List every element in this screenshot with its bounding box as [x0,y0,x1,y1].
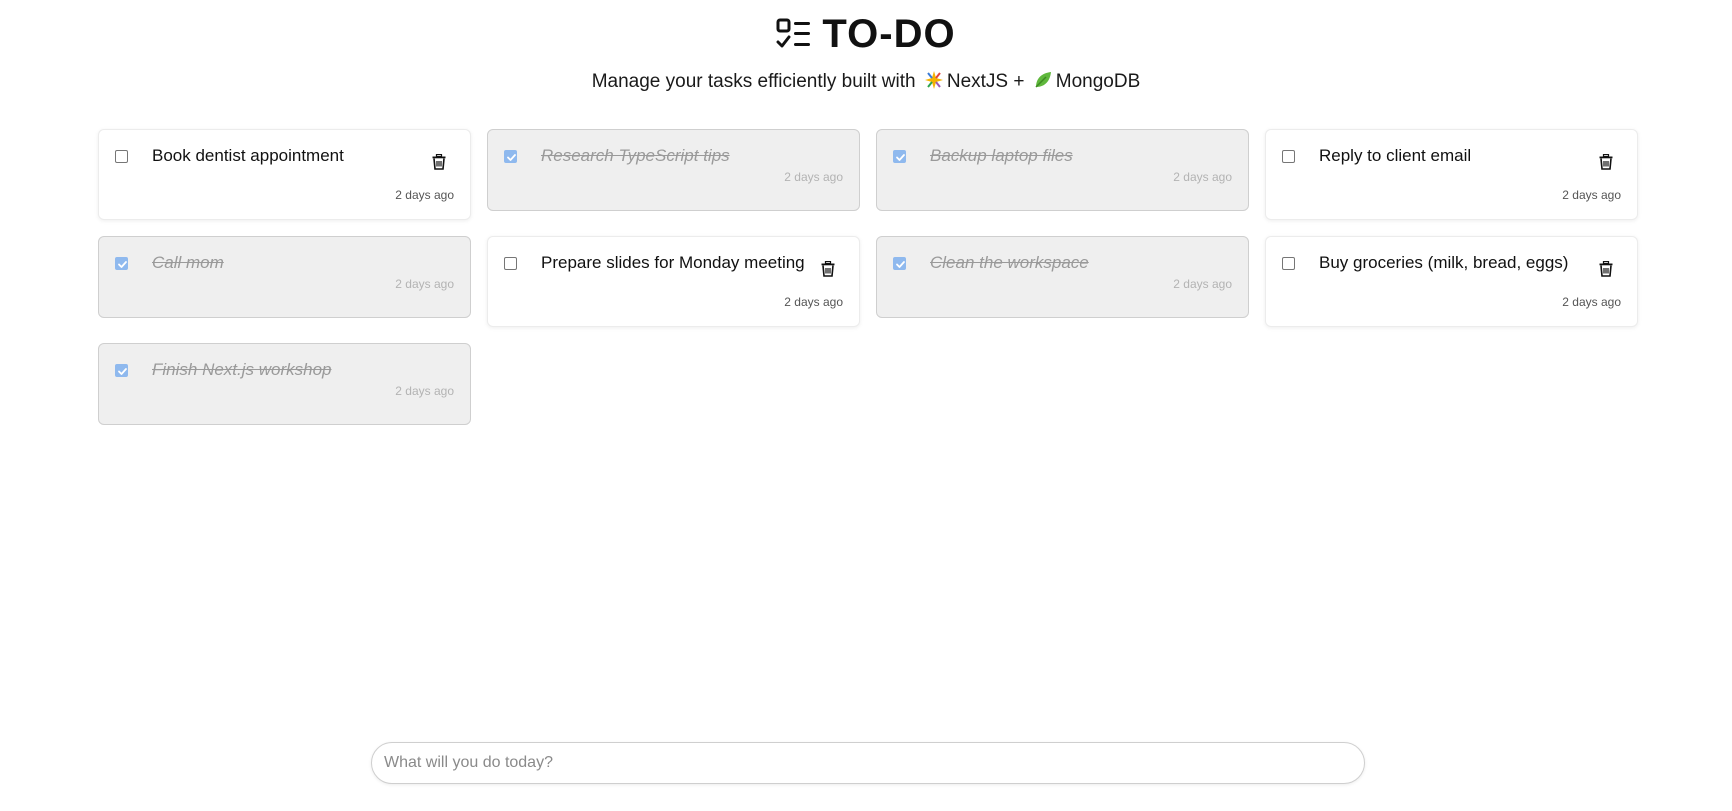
task-timestamp: 2 days ago [784,170,843,184]
task-title: Reply to client email [1319,146,1472,165]
task-title: Backup laptop files [930,146,1073,165]
trash-icon[interactable] [432,153,446,170]
tech-mongodb: MongoDB [1055,71,1141,92]
task-title: Call mom [152,253,224,272]
task-timestamp: 2 days ago [395,277,454,291]
task-card: Buy groceries (milk, bread, eggs) 2 days … [1265,236,1638,327]
subtitle-text: Manage your tasks efficiently built with [591,71,916,92]
app-header: TO-DO [0,12,1732,57]
task-checkbox[interactable] [504,257,517,270]
leaf-emoji-icon [1035,72,1051,88]
trash-icon[interactable] [1599,260,1613,277]
trash-icon[interactable] [1599,153,1613,170]
task-timestamp: 2 days ago [395,384,454,398]
task-checkbox[interactable] [893,150,906,163]
plus-sign: + [1013,71,1025,92]
task-checkbox[interactable] [115,150,128,163]
task-timestamp: 2 days ago [1562,295,1621,309]
task-card: Book dentist appointment 2 days ago [98,129,471,220]
task-timestamp: 2 days ago [1562,188,1621,202]
task-title: Clean the workspace [930,253,1089,272]
task-title: Buy groceries (milk, bread, eggs) [1319,253,1569,272]
task-checkbox[interactable] [115,364,128,377]
task-card: Finish Next.js workshop 2 days ago [98,343,471,425]
page-subtitle: Manage your tasks efficiently built with… [0,70,1732,93]
task-checkbox[interactable] [1282,150,1295,163]
task-card: Backup laptop files 2 days ago [876,129,1249,211]
task-grid: Book dentist appointment 2 days ago Resear… [98,129,1638,425]
task-card: Call mom 2 days ago [98,236,471,318]
task-card: Reply to client email 2 days ago [1265,129,1638,220]
task-timestamp: 2 days ago [784,295,843,309]
task-title: Research TypeScript tips [541,146,730,165]
task-timestamp: 2 days ago [1173,277,1232,291]
task-checkbox[interactable] [1282,257,1295,270]
task-checkbox[interactable] [504,150,517,163]
task-timestamp: 2 days ago [1173,170,1232,184]
checklist-icon [776,18,811,47]
task-checkbox[interactable] [893,257,906,270]
trash-icon[interactable] [821,260,835,277]
task-title: Book dentist appointment [152,146,344,165]
new-task-input[interactable] [371,742,1365,784]
tech-nextjs: NextJS [946,71,1009,92]
task-card: Research TypeScript tips 2 days ago [487,129,860,211]
task-card: Prepare slides for Monday meeting 2 days … [487,236,860,327]
task-title: Finish Next.js workshop [152,360,332,379]
task-card: Clean the workspace 2 days ago [876,236,1249,318]
sparkle-emoji-icon [924,71,943,89]
new-task-form [371,742,1365,784]
task-title: Prepare slides for Monday meeting [541,253,805,272]
task-timestamp: 2 days ago [395,188,454,202]
task-checkbox[interactable] [115,257,128,270]
page-title: TO-DO [822,12,956,56]
